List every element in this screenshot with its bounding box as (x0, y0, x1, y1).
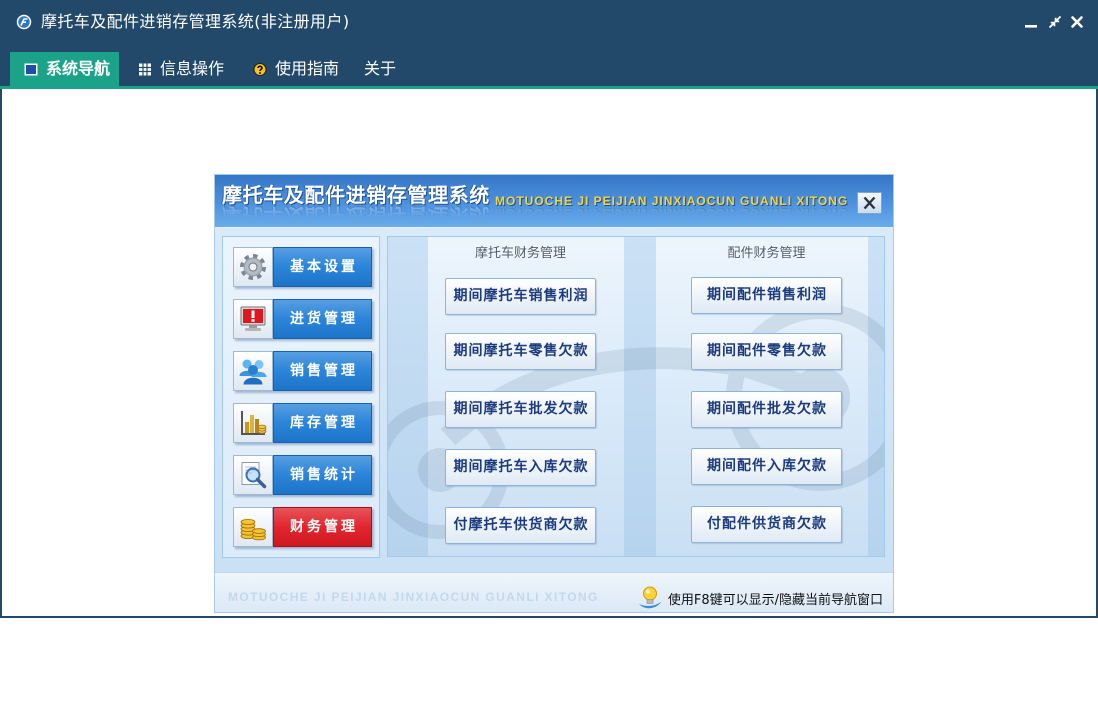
grid-icon (138, 63, 152, 76)
app-logo-icon (16, 14, 32, 30)
navigation-dialog: 摩托车及配件进销存管理系统 MOTUOCHE JI PEIJIAN JINXIA… (215, 175, 893, 612)
nav-button-purchase-management[interactable]: 进货管理 (233, 299, 372, 339)
title-bar[interactable]: 摩托车及配件进销存管理系统(非注册用户) (0, 0, 1098, 44)
help-icon (253, 63, 267, 76)
nav-button-label: 销售统计 (273, 455, 372, 495)
users-icon (233, 351, 273, 391)
motorcycle-wholesale-arrears-button[interactable]: 期间摩托车批发欠款 (445, 391, 596, 428)
alert-monitor-icon (233, 299, 273, 339)
parts-sales-profit-button[interactable]: 期间配件销售利润 (691, 277, 842, 314)
nav-button-sales-statistics[interactable]: 销售统计 (233, 455, 372, 495)
nav-button-label: 销售管理 (273, 351, 372, 391)
tab-label: 系统导航 (46, 59, 111, 78)
menu-bar: 系统导航 信息操作 使用指南 关于 (0, 44, 1098, 86)
tab-system-navigation[interactable]: 系统导航 (10, 52, 119, 86)
dialog-footer: MOTUOCHE JI PEIJIAN JINXIAOCUN GUANLI XI… (215, 572, 893, 612)
inventory-chart-icon (233, 403, 273, 443)
finance-panel: 摩托车财务管理 配件财务管理 期间摩托车销售利润 期间摩托车零售欠款 期间摩托车… (387, 236, 885, 557)
tab-label: 使用指南 (275, 59, 340, 78)
parts-supplier-payment-button[interactable]: 付配件供货商欠款 (691, 506, 842, 543)
tab-information-operations[interactable]: 信息操作 (130, 52, 235, 86)
motorcycle-stock-in-arrears-button[interactable]: 期间摩托车入库欠款 (445, 449, 596, 486)
nav-button-basic-settings[interactable]: 基本设置 (233, 247, 372, 287)
dialog-header: 摩托车及配件进销存管理系统 MOTUOCHE JI PEIJIAN JINXIA… (215, 175, 893, 228)
tab-about[interactable]: 关于 (356, 52, 406, 86)
footer-hint: 使用F8键可以显示/隐藏当前导航窗口 (638, 584, 883, 612)
motorcycle-retail-arrears-button[interactable]: 期间摩托车零售欠款 (445, 333, 596, 370)
restore-icon[interactable] (1048, 15, 1062, 29)
nav-button-inventory-management[interactable]: 库存管理 (233, 403, 372, 443)
parts-stock-in-arrears-button[interactable]: 期间配件入库欠款 (691, 448, 842, 485)
window-title: 摩托车及配件进销存管理系统(非注册用户) (41, 12, 350, 31)
motorcycle-sales-profit-button[interactable]: 期间摩托车销售利润 (445, 278, 596, 315)
footer-hint-text: 使用F8键可以显示/隐藏当前导航窗口 (667, 592, 883, 608)
lightbulb-icon (638, 585, 662, 611)
parts-finance-heading: 配件财务管理 (727, 246, 806, 261)
dialog-title: 摩托车及配件进销存管理系统 (222, 183, 490, 207)
nav-button-label: 库存管理 (273, 403, 372, 443)
parts-wholesale-arrears-button[interactable]: 期间配件批发欠款 (691, 391, 842, 428)
navigation-icon (24, 63, 38, 76)
coins-icon (233, 507, 273, 547)
parts-retail-arrears-button[interactable]: 期间配件零售欠款 (691, 333, 842, 370)
search-report-icon (233, 455, 273, 495)
close-icon (863, 196, 876, 210)
nav-button-label: 基本设置 (273, 247, 372, 287)
nav-button-label: 进货管理 (273, 299, 372, 339)
motorcycle-finance-heading: 摩托车财务管理 (474, 246, 566, 261)
nav-button-label: 财务管理 (273, 507, 372, 547)
module-nav-panel: 基本设置 进货管理 销售管理 库存管理 销售统计 财务管理 (222, 236, 380, 558)
nav-button-sales-management[interactable]: 销售管理 (233, 351, 372, 391)
content-area: 摩托车及配件进销存管理系统 MOTUOCHE JI PEIJIAN JINXIA… (0, 89, 1098, 618)
tab-label: 关于 (364, 59, 397, 78)
minimize-icon[interactable] (1024, 15, 1038, 29)
nav-button-finance-management[interactable]: 财务管理 (233, 507, 372, 547)
tab-user-guide[interactable]: 使用指南 (245, 52, 350, 86)
close-icon[interactable] (1070, 15, 1084, 29)
gear-icon (233, 247, 273, 287)
dialog-subtitle: MOTUOCHE JI PEIJIAN JINXIAOCUN GUANLI XI… (495, 194, 849, 208)
motorcycle-supplier-payment-button[interactable]: 付摩托车供货商欠款 (445, 507, 596, 544)
tab-label: 信息操作 (160, 59, 225, 78)
dialog-close-button[interactable] (857, 192, 882, 214)
footer-watermark: MOTUOCHE JI PEIJIAN JINXIAOCUN GUANLI XI… (228, 590, 599, 604)
